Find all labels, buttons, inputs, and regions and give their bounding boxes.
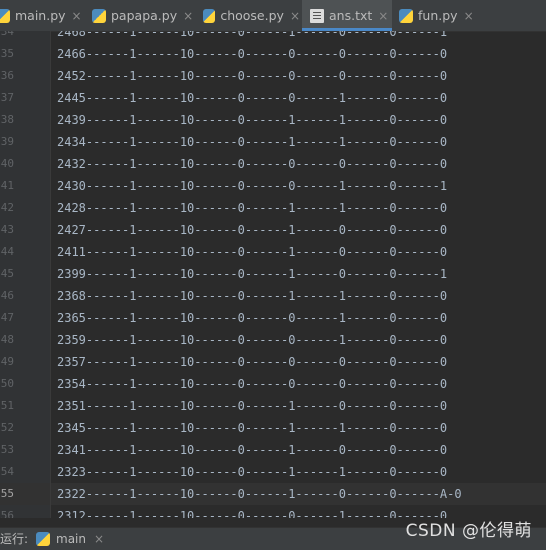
line-number: 43 <box>0 223 14 236</box>
run-tab-main[interactable]: main × <box>36 528 104 550</box>
text-line[interactable]: 2427------1------10------0------1------0… <box>51 219 546 241</box>
tab-papapa-py[interactable]: papapa.py × <box>88 0 194 31</box>
python-file-icon <box>0 8 10 23</box>
text-line[interactable]: 2432------1------10------0------0------0… <box>51 153 546 175</box>
line-number: 40 <box>0 157 14 170</box>
text-line[interactable]: 2368------1------10------0------1------1… <box>51 285 546 307</box>
line-number: 41 <box>0 179 14 192</box>
text-line[interactable]: 2411------1------10------0------1------0… <box>51 241 546 263</box>
text-line[interactable]: 2323------1------10------0------1------1… <box>51 461 546 483</box>
python-file-icon <box>399 8 413 23</box>
text-line[interactable]: 2365------1------10------0------0------1… <box>51 307 546 329</box>
line-number: 35 <box>0 47 14 60</box>
tab-label: fun.py <box>418 8 458 23</box>
tab-label: choose.py <box>220 8 284 23</box>
tab-ans-txt[interactable]: ans.txt × <box>302 0 392 31</box>
close-icon[interactable]: × <box>94 532 104 546</box>
text-line[interactable]: 2439------1------10------0------1------1… <box>51 109 546 131</box>
text-line[interactable]: 2345------1------10------0------1------1… <box>51 417 546 439</box>
python-file-icon <box>92 8 106 23</box>
line-number: 45 <box>0 267 14 280</box>
text-line[interactable]: 2466------1------10------0------0------0… <box>51 43 546 65</box>
line-number: 49 <box>0 355 14 368</box>
run-tab-label: main <box>56 532 86 546</box>
close-icon[interactable]: × <box>378 9 388 23</box>
line-number: 44 <box>0 245 14 258</box>
close-icon[interactable]: × <box>290 9 300 23</box>
line-number: 38 <box>0 113 14 126</box>
line-number: 36 <box>0 69 14 82</box>
text-line[interactable]: 2399------1------10------0------1------0… <box>51 263 546 285</box>
tab-fun-py[interactable]: fun.py × <box>395 0 481 31</box>
text-line[interactable]: 2351------1------10------0------1------0… <box>51 395 546 417</box>
python-file-icon <box>203 8 216 23</box>
python-run-icon <box>36 532 50 546</box>
text-line[interactable]: 2434------1------10------0------1------1… <box>51 131 546 153</box>
line-number-gutter[interactable]: 34 35 36 37 38 39 40 41 42 43 44 45 46 47 48 49 50 51 52 53… <box>0 31 51 518</box>
text-line[interactable]: 2430------1------10------0------0------1… <box>51 175 546 197</box>
watermark: CSDN @伦得萌 <box>405 521 532 541</box>
line-number: 34 <box>0 31 14 38</box>
text-line[interactable]: 2428------1------10------0------1------1… <box>51 197 546 219</box>
close-icon[interactable]: × <box>72 9 82 23</box>
editor-tab-bar: main.py × papapa.py × choose.py × ans.tx… <box>0 0 546 32</box>
tab-label: papapa.py <box>111 8 178 23</box>
line-number: 52 <box>0 421 14 434</box>
line-number: 53 <box>0 443 14 456</box>
line-number: 56 <box>0 509 14 518</box>
line-number: 50 <box>0 377 14 390</box>
text-file-icon <box>310 8 324 23</box>
text-line[interactable]: 2445------1------10------0------0------1… <box>51 87 546 109</box>
text-line[interactable]: 2468------1------10------0------1------0… <box>51 31 546 43</box>
line-number: 37 <box>0 91 14 104</box>
text-line[interactable]: 2354------1------10------0------0------0… <box>51 373 546 395</box>
tab-label: main.py <box>15 8 66 23</box>
text-line[interactable]: 2357------1------10------0------0------0… <box>51 351 546 373</box>
text-line[interactable]: 2452------1------10------0------0------0… <box>51 65 546 87</box>
text-editor[interactable]: 2468------1------10------0------1------0… <box>51 31 546 518</box>
run-label: 运行: <box>0 532 29 546</box>
text-line[interactable]: 2322------1------10------0------1------0… <box>51 483 546 505</box>
line-number: 55 <box>0 487 14 500</box>
text-line[interactable]: 2359------1------10------0------0------1… <box>51 329 546 351</box>
line-number: 46 <box>0 289 14 302</box>
line-number: 48 <box>0 333 14 346</box>
text-line[interactable]: 2341------1------10------0------1------0… <box>51 439 546 461</box>
tab-main-py[interactable]: main.py × <box>0 0 84 31</box>
line-number: 54 <box>0 465 14 478</box>
tab-label: ans.txt <box>329 8 373 23</box>
line-number: 42 <box>0 201 14 214</box>
tab-choose-py[interactable]: choose.py × <box>198 0 300 31</box>
line-number: 47 <box>0 311 14 324</box>
close-icon[interactable]: × <box>183 9 193 23</box>
line-number: 51 <box>0 399 14 412</box>
close-icon[interactable]: × <box>464 9 474 23</box>
line-number: 39 <box>0 135 14 148</box>
